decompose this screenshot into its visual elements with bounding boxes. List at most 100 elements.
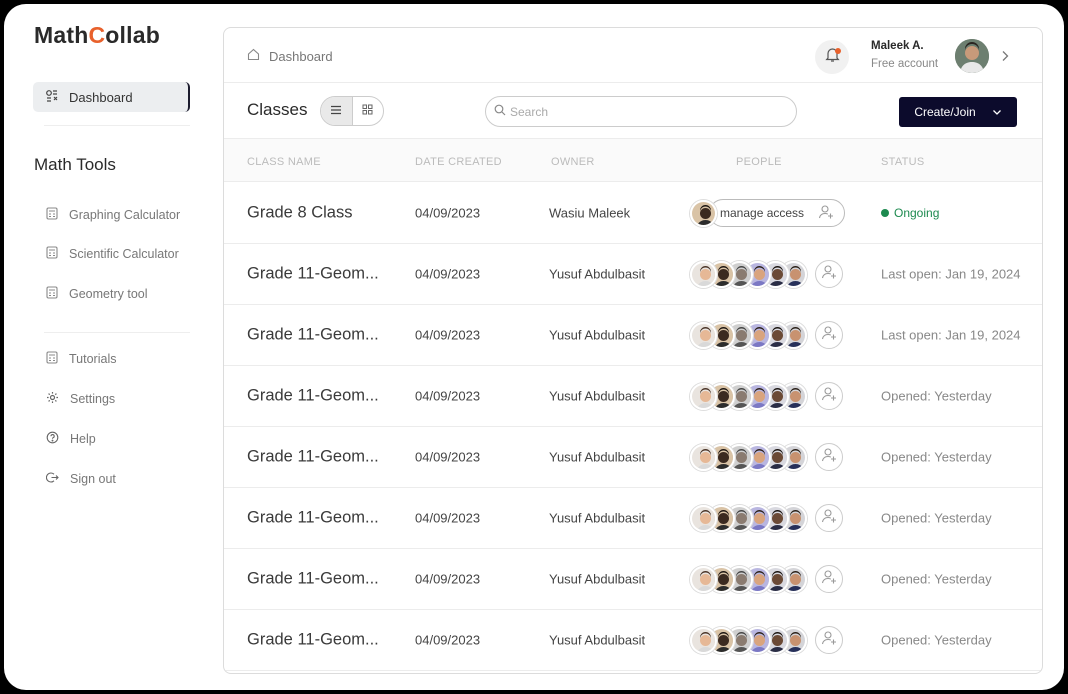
column-header[interactable]: PEOPLE	[736, 156, 782, 168]
grid-view-button[interactable]	[351, 97, 384, 125]
owner-name: Yusuf Abdulbasit	[549, 632, 646, 648]
status-text: Last open: Jan 19, 2024	[881, 327, 1021, 343]
sidebar-item-sign-out[interactable]: Sign out	[45, 471, 116, 487]
date-created: 04/09/2023	[415, 571, 481, 587]
avatar	[690, 565, 717, 593]
breadcrumb[interactable]: Dashboard	[247, 48, 333, 64]
sidebar-item-dashboard[interactable]: Dashboard	[33, 82, 190, 112]
people-cell	[690, 503, 843, 533]
status-text: Opened: Yesterday	[881, 388, 992, 404]
table-row[interactable]: Grade 11-Geom... 04/09/2023 Yusuf Abdulbas…	[224, 549, 1042, 610]
class-name: Grade 8 Class	[247, 203, 353, 222]
table-row[interactable]: Grade 11-Geom... 04/09/2023 Yusuf Abdulbas…	[224, 305, 1042, 366]
add-person-icon	[821, 630, 837, 651]
class-name: Grade 11-Geom...	[247, 386, 379, 405]
table-header: CLASS NAME DATE CREATED OWNER PEOPLE STA…	[224, 139, 1042, 182]
class-name: Grade 11-Geom...	[247, 569, 379, 588]
app-logo: MathCollab	[34, 22, 160, 48]
sidebar-item-graphing-calculator[interactable]: Graphing Calculator	[46, 207, 180, 223]
sidebar-item-label: Graphing Calculator	[69, 208, 181, 222]
status-text: Opened: Yesterday	[881, 571, 992, 587]
date-created: 04/09/2023	[415, 266, 481, 282]
people-cell	[690, 564, 843, 594]
create-join-button[interactable]: Create/Join	[899, 97, 1017, 127]
sidebar-item-tutorials[interactable]: Tutorials	[46, 351, 116, 367]
status-text: Last open: Jan 19, 2024	[881, 266, 1021, 282]
column-header[interactable]: CLASS NAME	[247, 156, 321, 168]
class-name: Grade 11-Geom...	[247, 508, 379, 527]
table-row[interactable]: Grade 11-Geom... 04/09/2023 Yusuf Abdulbas…	[224, 427, 1042, 488]
app-window: MathCollab Dashboard Math Tools Graphing…	[4, 4, 1064, 690]
calculator-icon	[46, 351, 58, 367]
date-created: 04/09/2023	[415, 632, 481, 648]
add-person-button[interactable]	[815, 443, 843, 471]
table-row[interactable]: Grade 11-Geom... 04/09/2023 Yusuf Abdulbas…	[224, 610, 1042, 671]
search-box	[485, 96, 797, 127]
sidebar-item-label: Sign out	[70, 472, 116, 486]
calculator-icon	[46, 207, 58, 223]
avatar-group	[690, 443, 807, 471]
people-cell	[690, 625, 843, 655]
avatar	[690, 504, 717, 532]
add-person-button[interactable]	[815, 504, 843, 532]
status-text: Opened: Yesterday	[881, 632, 992, 648]
owner-name: Yusuf Abdulbasit	[549, 449, 646, 465]
sidebar-item-label: Tutorials	[69, 352, 117, 366]
add-person-icon	[821, 447, 837, 468]
add-person-icon	[821, 508, 837, 529]
date-created: 04/09/2023	[415, 510, 481, 526]
column-header[interactable]: OWNER	[551, 156, 595, 168]
status-text: Opened: Yesterday	[881, 449, 992, 465]
grid-icon	[362, 102, 373, 120]
sign-out-icon	[45, 471, 59, 487]
table-row[interactable]: Grade 11-Geom... 04/09/2023 Yusuf Abdulbas…	[224, 244, 1042, 305]
owner-name: Yusuf Abdulbasit	[549, 327, 646, 343]
dashboard-icon	[45, 89, 59, 106]
top-bar: Dashboard Maleek A. Free account	[224, 28, 1042, 83]
avatar-group	[690, 626, 807, 654]
chevron-right-icon[interactable]	[1000, 49, 1010, 67]
table-row[interactable]: Grade 8 Class 04/09/2023 Wasiu Maleek manag…	[224, 183, 1042, 244]
main-panel: Dashboard Maleek A. Free account Classes	[223, 27, 1043, 674]
search-input[interactable]	[510, 104, 780, 119]
add-person-button[interactable]	[815, 626, 843, 654]
table-row[interactable]: Grade 11-Geom... 04/09/2023 Yusuf Abdulbas…	[224, 488, 1042, 549]
owner-name: Wasiu Maleek	[549, 205, 631, 221]
sidebar-item-label: Settings	[70, 392, 116, 406]
owner-name: Yusuf Abdulbasit	[549, 510, 646, 526]
sidebar-item-settings[interactable]: Settings	[46, 391, 115, 407]
sidebar-item-geometry-tool[interactable]: Geometry tool	[46, 286, 148, 302]
class-name: Grade 11-Geom...	[247, 325, 379, 344]
people-cell	[690, 442, 843, 472]
chevron-down-icon	[992, 105, 1002, 119]
avatar-group	[690, 321, 807, 349]
sidebar-item-scientific-calculator[interactable]: Scientific Calculator	[46, 246, 179, 262]
user-name: Maleek A.	[871, 40, 924, 52]
avatar	[690, 443, 717, 471]
sidebar-item-help[interactable]: Help	[46, 431, 96, 447]
people-cell	[690, 320, 843, 350]
avatar[interactable]	[955, 39, 989, 73]
class-name: Grade 11-Geom...	[247, 264, 379, 283]
create-join-label: Create/Join	[914, 105, 976, 119]
column-header[interactable]: DATE CREATED	[415, 156, 502, 168]
notifications-button[interactable]	[815, 40, 849, 74]
list-view-button[interactable]	[321, 97, 352, 125]
manage-access-button[interactable]: manage access	[709, 199, 846, 227]
add-person-button[interactable]	[815, 260, 843, 288]
avatar	[690, 199, 717, 227]
class-name: Grade 11-Geom...	[247, 447, 379, 466]
sidebar-item-label: Scientific Calculator	[69, 247, 179, 261]
page-title: Classes	[247, 100, 308, 119]
column-header[interactable]: STATUS	[881, 156, 925, 168]
add-person-button[interactable]	[815, 321, 843, 349]
table-row[interactable]: Grade 11-Geom... 04/09/2023 Yusuf Abdulbas…	[224, 366, 1042, 427]
search-icon	[494, 103, 506, 121]
avatar-group	[690, 504, 807, 532]
avatar	[690, 382, 717, 410]
date-created: 04/09/2023	[415, 327, 481, 343]
add-person-icon	[818, 204, 834, 223]
add-person-button[interactable]	[815, 382, 843, 410]
calculator-icon	[46, 246, 58, 262]
add-person-button[interactable]	[815, 565, 843, 593]
